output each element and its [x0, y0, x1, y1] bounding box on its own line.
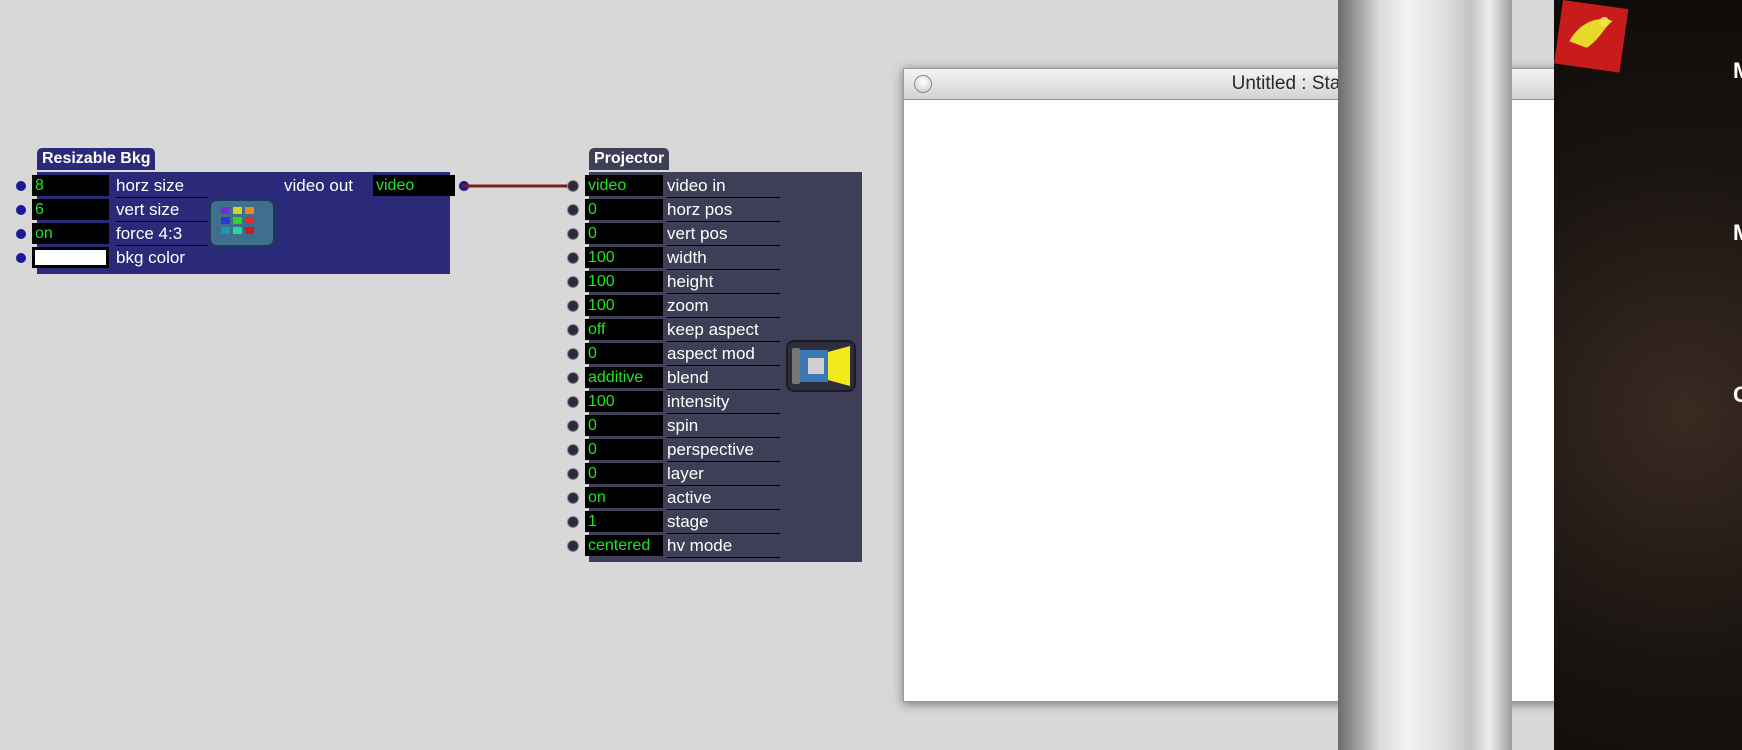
- projector-input-row: 100 width: [568, 246, 789, 270]
- desktop-edge-letter: C: [1733, 382, 1742, 407]
- desktop-wallpaper: [1554, 0, 1742, 750]
- projector-value-field[interactable]: 0: [585, 199, 663, 220]
- inlet-dot[interactable]: [568, 277, 578, 287]
- projector-value-field[interactable]: 1: [585, 511, 663, 532]
- inlet-dot[interactable]: [568, 493, 578, 503]
- inlet-dot[interactable]: [568, 253, 578, 263]
- inlet-dot[interactable]: [568, 445, 578, 455]
- inlet-dot[interactable]: [568, 229, 578, 239]
- projector-param-label: keep aspect: [667, 320, 759, 339]
- projector-input-row: on active: [568, 486, 789, 510]
- projector-value-field[interactable]: 0: [585, 463, 663, 484]
- projector-value-field[interactable]: 0: [585, 223, 663, 244]
- projector-param-label: hv mode: [667, 536, 733, 555]
- projector-param-label: vert pos: [667, 224, 728, 243]
- inlet-dot[interactable]: [568, 541, 578, 551]
- projector-param-label: active: [667, 488, 712, 507]
- desktop-background-strip: [1338, 0, 1512, 750]
- desktop-app-icon[interactable]: [1554, 0, 1629, 73]
- inlet-dot[interactable]: [16, 205, 26, 215]
- bkg-color-swatch[interactable]: [32, 247, 109, 268]
- inlet-dot[interactable]: [16, 253, 26, 263]
- force-4-3-value[interactable]: on: [32, 223, 109, 244]
- projector-input-row: 0 vert pos: [568, 222, 789, 246]
- inlet-dot[interactable]: [568, 469, 578, 479]
- projector-value-field[interactable]: 100: [585, 391, 663, 412]
- projector-value-field[interactable]: 0: [585, 343, 663, 364]
- desktop-edge-letter: M: [1733, 58, 1742, 84]
- projector-value-field[interactable]: 100: [585, 295, 663, 316]
- projector-param-label: layer: [667, 464, 704, 483]
- projector-param-label: zoom: [667, 296, 709, 315]
- video-connection[interactable]: [460, 180, 580, 192]
- inlet-dot[interactable]: [16, 181, 26, 191]
- projector-param-label: aspect mod: [667, 344, 755, 363]
- color-grid-icon: [209, 199, 275, 247]
- projector-value-field[interactable]: centered: [585, 535, 663, 556]
- projector-param-label: video in: [667, 176, 726, 195]
- projector-param-label: perspective: [667, 440, 754, 459]
- projector-input-row: 0 spin: [568, 414, 789, 438]
- projector-icon: [786, 340, 856, 392]
- projector-input-row: 0 aspect mod: [568, 342, 789, 366]
- projector-value-field[interactable]: off: [585, 319, 663, 340]
- projector-input-row: off keep aspect: [568, 318, 789, 342]
- projector-value-field[interactable]: 100: [585, 247, 663, 268]
- projector-param-label: horz pos: [667, 200, 733, 219]
- projector-input-row: centered hv mode: [568, 534, 789, 558]
- inlet-dot[interactable]: [568, 349, 578, 359]
- color-swatch-fill: [35, 250, 106, 265]
- resizable-bkg-title[interactable]: Resizable Bkg: [37, 148, 156, 170]
- inlet-dot[interactable]: [568, 325, 578, 335]
- projector-param-label: stage: [667, 512, 709, 531]
- projector-value-field[interactable]: on: [585, 487, 663, 508]
- desktop-edge-letter: M: [1733, 220, 1742, 246]
- inlet-dot[interactable]: [568, 517, 578, 527]
- projector-input-row: 0 perspective: [568, 438, 789, 462]
- bkg-color-label: bkg color: [116, 248, 185, 267]
- projector-param-label: width: [667, 248, 707, 267]
- projector-param-label: intensity: [667, 392, 730, 411]
- projector-input-row: 0 layer: [568, 462, 789, 486]
- projector-input-row: 100 height: [568, 270, 789, 294]
- underline: [667, 557, 780, 558]
- horz-size-value[interactable]: 8: [32, 175, 109, 196]
- projector-param-label: height: [667, 272, 714, 291]
- projector-input-row: 100 intensity: [568, 390, 789, 414]
- projector-param-label: blend: [667, 368, 709, 387]
- bkg-input-row: bkg color: [16, 246, 257, 270]
- projector-input-row: additive blend: [568, 366, 789, 390]
- projector-param-label: spin: [667, 416, 699, 435]
- projector-value-field[interactable]: 100: [585, 271, 663, 292]
- projector-input-row: video video in: [568, 174, 789, 198]
- inlet-dot[interactable]: [568, 301, 578, 311]
- resizable-bkg-actor[interactable]: 8 horz size 6 vert size on force 4:3 bkg…: [16, 172, 469, 274]
- projector-value-field[interactable]: 0: [585, 415, 663, 436]
- projector-value-field[interactable]: additive: [585, 367, 663, 388]
- projector-value-field[interactable]: video: [585, 175, 663, 196]
- video-out-value[interactable]: video: [373, 175, 455, 196]
- projector-title[interactable]: Projector: [589, 148, 670, 170]
- vert-size-label: vert size: [116, 200, 180, 219]
- projector-icon-graphic: [792, 346, 850, 386]
- bkg-input-row: 8 horz size: [16, 174, 257, 198]
- inlet-dot[interactable]: [568, 181, 578, 191]
- vert-size-value[interactable]: 6: [32, 199, 109, 220]
- app-icon-graphic: [1569, 16, 1613, 48]
- inlet-dot[interactable]: [568, 373, 578, 383]
- video-out-label: video out: [284, 176, 353, 195]
- horz-size-label: horz size: [116, 176, 185, 195]
- inlet-dot[interactable]: [568, 205, 578, 215]
- color-grid-icon-graphic: [221, 207, 254, 234]
- projector-value-field[interactable]: 0: [585, 439, 663, 460]
- inlet-dot[interactable]: [568, 397, 578, 407]
- inlet-dot[interactable]: [568, 421, 578, 431]
- projector-input-row: 0 horz pos: [568, 198, 789, 222]
- inlet-dot[interactable]: [16, 229, 26, 239]
- force-4-3-label: force 4:3: [116, 224, 183, 243]
- projector-input-row: 100 zoom: [568, 294, 789, 318]
- projector-input-row: 1 stage: [568, 510, 789, 534]
